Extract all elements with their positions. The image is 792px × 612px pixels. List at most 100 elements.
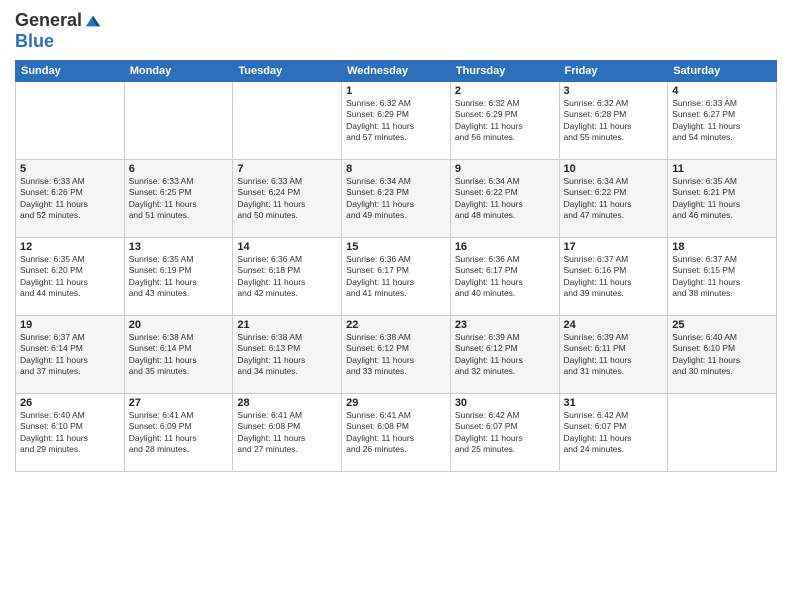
logo-icon: [84, 12, 102, 30]
calendar-cell: 28Sunrise: 6:41 AM Sunset: 6:08 PM Dayli…: [233, 394, 342, 472]
day-number: 15: [346, 241, 446, 253]
day-info: Sunrise: 6:38 AM Sunset: 6:12 PM Dayligh…: [346, 332, 446, 378]
calendar-cell: 9Sunrise: 6:34 AM Sunset: 6:22 PM Daylig…: [450, 160, 559, 238]
col-header-sunday: Sunday: [16, 61, 125, 82]
day-info: Sunrise: 6:35 AM Sunset: 6:19 PM Dayligh…: [129, 254, 229, 300]
calendar-week-1: 1Sunrise: 6:32 AM Sunset: 6:29 PM Daylig…: [16, 82, 777, 160]
day-number: 16: [455, 241, 555, 253]
day-number: 31: [564, 397, 664, 409]
day-number: 7: [237, 163, 337, 175]
calendar-cell: 11Sunrise: 6:35 AM Sunset: 6:21 PM Dayli…: [668, 160, 777, 238]
day-info: Sunrise: 6:40 AM Sunset: 6:10 PM Dayligh…: [672, 332, 772, 378]
calendar-cell: 4Sunrise: 6:33 AM Sunset: 6:27 PM Daylig…: [668, 82, 777, 160]
col-header-friday: Friday: [559, 61, 668, 82]
day-info: Sunrise: 6:39 AM Sunset: 6:12 PM Dayligh…: [455, 332, 555, 378]
day-info: Sunrise: 6:39 AM Sunset: 6:11 PM Dayligh…: [564, 332, 664, 378]
day-number: 30: [455, 397, 555, 409]
calendar-table: SundayMondayTuesdayWednesdayThursdayFrid…: [15, 60, 777, 472]
day-info: Sunrise: 6:34 AM Sunset: 6:22 PM Dayligh…: [564, 176, 664, 222]
day-number: 6: [129, 163, 229, 175]
day-number: 10: [564, 163, 664, 175]
day-number: 20: [129, 319, 229, 331]
calendar-cell: 17Sunrise: 6:37 AM Sunset: 6:16 PM Dayli…: [559, 238, 668, 316]
calendar-cell: 22Sunrise: 6:38 AM Sunset: 6:12 PM Dayli…: [342, 316, 451, 394]
calendar-cell: 6Sunrise: 6:33 AM Sunset: 6:25 PM Daylig…: [124, 160, 233, 238]
calendar-cell: [233, 82, 342, 160]
header: General Blue: [15, 10, 777, 52]
col-header-wednesday: Wednesday: [342, 61, 451, 82]
day-info: Sunrise: 6:42 AM Sunset: 6:07 PM Dayligh…: [455, 410, 555, 456]
day-number: 14: [237, 241, 337, 253]
day-info: Sunrise: 6:33 AM Sunset: 6:25 PM Dayligh…: [129, 176, 229, 222]
day-info: Sunrise: 6:36 AM Sunset: 6:17 PM Dayligh…: [455, 254, 555, 300]
col-header-thursday: Thursday: [450, 61, 559, 82]
calendar-cell: 15Sunrise: 6:36 AM Sunset: 6:17 PM Dayli…: [342, 238, 451, 316]
col-header-saturday: Saturday: [668, 61, 777, 82]
day-number: 19: [20, 319, 120, 331]
day-info: Sunrise: 6:38 AM Sunset: 6:14 PM Dayligh…: [129, 332, 229, 378]
day-info: Sunrise: 6:37 AM Sunset: 6:15 PM Dayligh…: [672, 254, 772, 300]
day-number: 28: [237, 397, 337, 409]
logo-general: General: [15, 10, 82, 31]
day-number: 13: [129, 241, 229, 253]
calendar-cell: 27Sunrise: 6:41 AM Sunset: 6:09 PM Dayli…: [124, 394, 233, 472]
calendar-cell: 19Sunrise: 6:37 AM Sunset: 6:14 PM Dayli…: [16, 316, 125, 394]
day-number: 3: [564, 85, 664, 97]
calendar-cell: 30Sunrise: 6:42 AM Sunset: 6:07 PM Dayli…: [450, 394, 559, 472]
day-info: Sunrise: 6:37 AM Sunset: 6:16 PM Dayligh…: [564, 254, 664, 300]
calendar-cell: 20Sunrise: 6:38 AM Sunset: 6:14 PM Dayli…: [124, 316, 233, 394]
day-info: Sunrise: 6:35 AM Sunset: 6:20 PM Dayligh…: [20, 254, 120, 300]
page-container: General Blue SundayMondayTuesdayWednesda…: [0, 0, 792, 612]
calendar-cell: [668, 394, 777, 472]
calendar-week-3: 12Sunrise: 6:35 AM Sunset: 6:20 PM Dayli…: [16, 238, 777, 316]
day-info: Sunrise: 6:32 AM Sunset: 6:29 PM Dayligh…: [346, 98, 446, 144]
col-header-tuesday: Tuesday: [233, 61, 342, 82]
day-info: Sunrise: 6:41 AM Sunset: 6:08 PM Dayligh…: [237, 410, 337, 456]
day-info: Sunrise: 6:35 AM Sunset: 6:21 PM Dayligh…: [672, 176, 772, 222]
calendar-week-4: 19Sunrise: 6:37 AM Sunset: 6:14 PM Dayli…: [16, 316, 777, 394]
day-number: 18: [672, 241, 772, 253]
day-info: Sunrise: 6:36 AM Sunset: 6:17 PM Dayligh…: [346, 254, 446, 300]
day-number: 2: [455, 85, 555, 97]
calendar-cell: 1Sunrise: 6:32 AM Sunset: 6:29 PM Daylig…: [342, 82, 451, 160]
calendar-header-row: SundayMondayTuesdayWednesdayThursdayFrid…: [16, 61, 777, 82]
day-number: 23: [455, 319, 555, 331]
day-info: Sunrise: 6:42 AM Sunset: 6:07 PM Dayligh…: [564, 410, 664, 456]
day-number: 8: [346, 163, 446, 175]
day-number: 12: [20, 241, 120, 253]
day-info: Sunrise: 6:41 AM Sunset: 6:08 PM Dayligh…: [346, 410, 446, 456]
day-number: 17: [564, 241, 664, 253]
calendar-cell: 25Sunrise: 6:40 AM Sunset: 6:10 PM Dayli…: [668, 316, 777, 394]
calendar-cell: 26Sunrise: 6:40 AM Sunset: 6:10 PM Dayli…: [16, 394, 125, 472]
day-number: 4: [672, 85, 772, 97]
day-info: Sunrise: 6:36 AM Sunset: 6:18 PM Dayligh…: [237, 254, 337, 300]
calendar-cell: 12Sunrise: 6:35 AM Sunset: 6:20 PM Dayli…: [16, 238, 125, 316]
day-info: Sunrise: 6:40 AM Sunset: 6:10 PM Dayligh…: [20, 410, 120, 456]
day-info: Sunrise: 6:32 AM Sunset: 6:28 PM Dayligh…: [564, 98, 664, 144]
day-number: 24: [564, 319, 664, 331]
day-info: Sunrise: 6:33 AM Sunset: 6:27 PM Dayligh…: [672, 98, 772, 144]
day-number: 25: [672, 319, 772, 331]
calendar-cell: 2Sunrise: 6:32 AM Sunset: 6:29 PM Daylig…: [450, 82, 559, 160]
calendar-cell: 21Sunrise: 6:38 AM Sunset: 6:13 PM Dayli…: [233, 316, 342, 394]
day-number: 9: [455, 163, 555, 175]
logo-blue: Blue: [15, 31, 54, 52]
calendar-cell: 7Sunrise: 6:33 AM Sunset: 6:24 PM Daylig…: [233, 160, 342, 238]
day-info: Sunrise: 6:34 AM Sunset: 6:22 PM Dayligh…: [455, 176, 555, 222]
calendar-cell: 16Sunrise: 6:36 AM Sunset: 6:17 PM Dayli…: [450, 238, 559, 316]
calendar-cell: 23Sunrise: 6:39 AM Sunset: 6:12 PM Dayli…: [450, 316, 559, 394]
day-info: Sunrise: 6:38 AM Sunset: 6:13 PM Dayligh…: [237, 332, 337, 378]
day-number: 5: [20, 163, 120, 175]
day-info: Sunrise: 6:34 AM Sunset: 6:23 PM Dayligh…: [346, 176, 446, 222]
day-info: Sunrise: 6:32 AM Sunset: 6:29 PM Dayligh…: [455, 98, 555, 144]
calendar-cell: 31Sunrise: 6:42 AM Sunset: 6:07 PM Dayli…: [559, 394, 668, 472]
calendar-cell: 24Sunrise: 6:39 AM Sunset: 6:11 PM Dayli…: [559, 316, 668, 394]
calendar-cell: 3Sunrise: 6:32 AM Sunset: 6:28 PM Daylig…: [559, 82, 668, 160]
day-number: 27: [129, 397, 229, 409]
calendar-cell: 5Sunrise: 6:33 AM Sunset: 6:26 PM Daylig…: [16, 160, 125, 238]
calendar-cell: 10Sunrise: 6:34 AM Sunset: 6:22 PM Dayli…: [559, 160, 668, 238]
day-number: 11: [672, 163, 772, 175]
day-number: 1: [346, 85, 446, 97]
calendar-cell: [16, 82, 125, 160]
day-number: 29: [346, 397, 446, 409]
